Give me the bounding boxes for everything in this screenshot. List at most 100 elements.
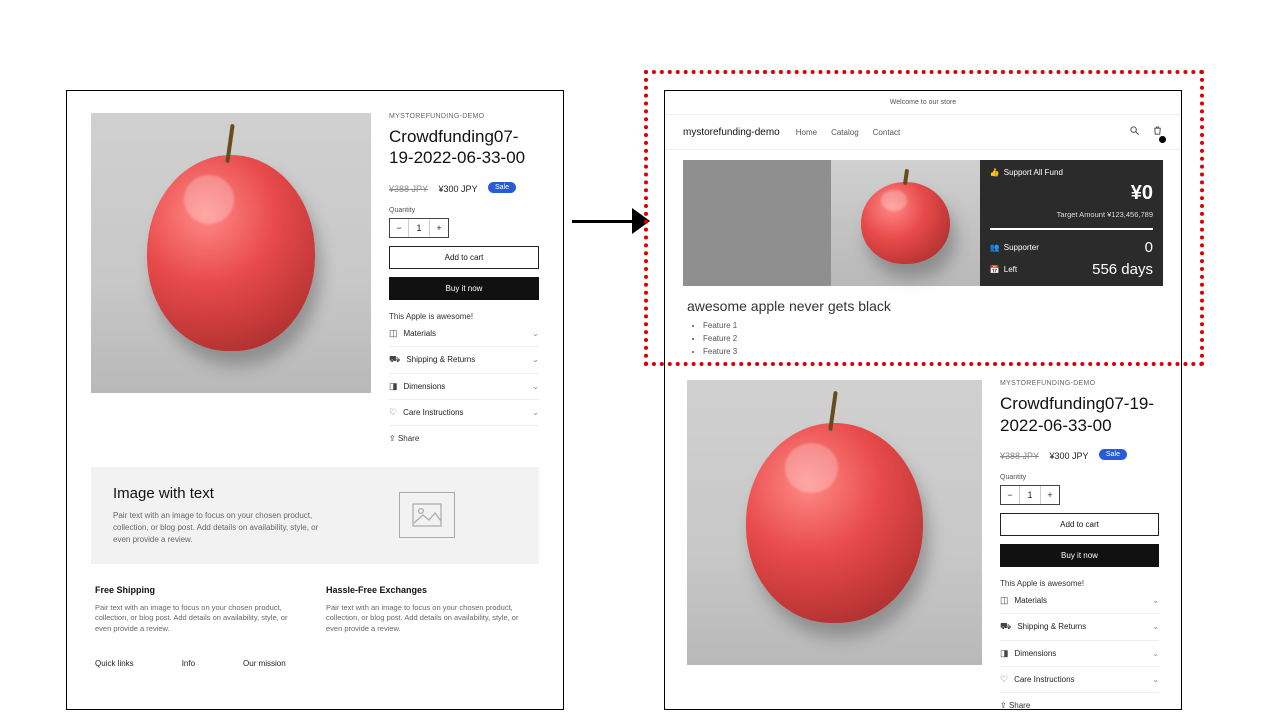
feature-exchanges: Hassle-Free Exchanges Pair text with an i… [326, 580, 535, 636]
ruler-icon: ◨ [1000, 648, 1009, 658]
product-image [687, 380, 982, 665]
footer-link[interactable]: Quick links [95, 659, 134, 668]
accordion-label: Shipping & Returns [406, 355, 475, 364]
share-link[interactable]: ⇪ Share [389, 434, 539, 443]
sale-badge: Sale [1099, 449, 1127, 460]
product-desc: This Apple is awesome! [389, 312, 539, 321]
accordion-dimensions[interactable]: ◨ Dimensions ⌄ [1000, 641, 1159, 667]
accordion-care[interactable]: ♡Care Instructions⌄ [389, 400, 539, 426]
quantity-stepper[interactable]: − 1 + [389, 218, 449, 238]
accordion-label: Dimensions [1015, 649, 1057, 658]
chevron-down-icon: ⌄ [1152, 649, 1159, 658]
vendor-label: MYSTOREFUNDING-DEMO [1000, 380, 1159, 387]
feature-title: Free Shipping [95, 585, 155, 595]
arrow-icon [572, 208, 652, 234]
accordion-care[interactable]: ♡Care Instructions⌄ [1000, 667, 1159, 693]
calendar-icon: 📅 [990, 265, 1000, 274]
footer-link[interactable]: Info [182, 659, 195, 668]
share-label: Share [1009, 701, 1030, 710]
search-icon[interactable] [1129, 123, 1140, 141]
days-left: 556 days [1092, 261, 1153, 278]
hero-tagline: awesome apple never gets black [687, 298, 1159, 314]
footer-link[interactable]: Our mission [243, 659, 286, 668]
brand-name[interactable]: mystorefunding-demo [683, 127, 780, 138]
chevron-down-icon: ⌄ [1152, 596, 1159, 605]
fund-target: Target Amount ¥123,456,789 [1057, 210, 1153, 219]
list-item: Feature 1 [703, 320, 1159, 333]
list-item: Feature 3 [703, 346, 1159, 359]
add-to-cart-button[interactable]: Add to cart [389, 246, 539, 269]
buy-now-button[interactable]: Buy it now [389, 277, 539, 300]
feature-body: Pair text with an image to focus on your… [326, 603, 535, 636]
accordion-label: Materials [404, 329, 436, 338]
quantity-label: Quantity [1000, 474, 1159, 481]
qty-value: 1 [408, 219, 430, 237]
accordion-materials[interactable]: ◫ Materials ⌄ [389, 321, 539, 347]
funding-panel: 👍Support All Fund ¥0 Target Amount ¥123,… [980, 160, 1163, 286]
nav-contact[interactable]: Contact [873, 128, 901, 137]
feature-title: Hassle-Free Exchanges [326, 585, 427, 595]
qty-plus-button[interactable]: + [430, 219, 448, 237]
nav-home[interactable]: Home [796, 128, 817, 137]
add-to-cart-button[interactable]: Add to cart [1000, 513, 1159, 536]
accordion-label: Materials [1015, 596, 1047, 605]
before-panel: MYSTOREFUNDING-DEMO Crowdfunding07-19-20… [66, 90, 564, 710]
chevron-down-icon: ⌄ [1152, 622, 1159, 631]
thumbs-up-icon: 👍 [990, 168, 1000, 177]
iwt-body: Pair text with an image to focus on your… [113, 510, 319, 546]
iwt-title: Image with text [113, 485, 319, 502]
cart-icon[interactable] [1152, 123, 1163, 141]
nav-catalog[interactable]: Catalog [831, 128, 859, 137]
qty-plus-button[interactable]: + [1041, 486, 1059, 504]
product-title: Crowdfunding07-19-2022-06-33-00 [389, 126, 539, 169]
hero-image-1 [683, 160, 831, 286]
fund-amount: ¥0 [1131, 182, 1153, 205]
product-image [91, 113, 371, 393]
truck-icon: ⛟ [1000, 621, 1011, 631]
quantity-label: Quantity [389, 207, 539, 214]
vendor-label: MYSTOREFUNDING-DEMO [389, 113, 539, 120]
materials-icon: ◫ [389, 328, 398, 338]
qty-minus-button[interactable]: − [390, 219, 408, 237]
left-label: 📅Left [990, 265, 1017, 274]
fund-title: 👍Support All Fund [990, 168, 1063, 177]
old-price: ¥388 JPY [1000, 451, 1039, 461]
accordion-label: Shipping & Returns [1017, 622, 1086, 631]
list-item: Feature 2 [703, 333, 1159, 346]
image-placeholder-icon [399, 492, 455, 538]
accordion-label: Care Instructions [403, 408, 463, 417]
chevron-down-icon: ⌄ [1152, 675, 1159, 684]
qty-value: 1 [1019, 486, 1041, 504]
quantity-stepper[interactable]: − 1 + [1000, 485, 1060, 505]
share-link[interactable]: ⇪ Share [1000, 701, 1159, 710]
accordion-shipping[interactable]: ⛟ Shipping & Returns ⌄ [1000, 614, 1159, 641]
supporter-label: 👥Supporter [990, 243, 1039, 252]
top-nav: mystorefunding-demo Home Catalog Contact [665, 115, 1181, 150]
qty-minus-button[interactable]: − [1001, 486, 1019, 504]
accordion-label: Care Instructions [1014, 675, 1074, 684]
announcement-bar: Welcome to our store [665, 91, 1181, 115]
accordion-shipping[interactable]: ⛟Shipping & Returns⌄ [389, 347, 539, 374]
accordion-materials[interactable]: ◫ Materials ⌄ [1000, 588, 1159, 614]
supporter-count: 0 [1145, 239, 1153, 256]
product-desc: This Apple is awesome! [1000, 579, 1159, 588]
progress-bar [990, 228, 1153, 230]
materials-icon: ◫ [1000, 595, 1009, 605]
chevron-down-icon: ⌄ [532, 329, 539, 338]
feature-body: Pair text with an image to focus on your… [95, 603, 304, 636]
chevron-down-icon: ⌄ [532, 355, 539, 364]
share-label: Share [398, 434, 419, 443]
feature-list: Feature 1 Feature 2 Feature 3 [703, 320, 1159, 358]
crowdfunding-hero: 👍Support All Fund ¥0 Target Amount ¥123,… [683, 160, 1163, 286]
feature-free-shipping: Free Shipping Pair text with an image to … [95, 580, 304, 636]
users-icon: 👥 [990, 243, 1000, 252]
ruler-icon: ◨ [389, 381, 398, 391]
hero-image-2 [831, 160, 979, 286]
accordion-dimensions[interactable]: ◨Dimensions⌄ [389, 374, 539, 400]
chevron-down-icon: ⌄ [532, 408, 539, 417]
sale-badge: Sale [488, 182, 516, 193]
buy-now-button[interactable]: Buy it now [1000, 544, 1159, 567]
old-price: ¥388 JPY [389, 184, 428, 194]
chevron-down-icon: ⌄ [532, 382, 539, 391]
new-price: ¥300 JPY [438, 184, 477, 194]
